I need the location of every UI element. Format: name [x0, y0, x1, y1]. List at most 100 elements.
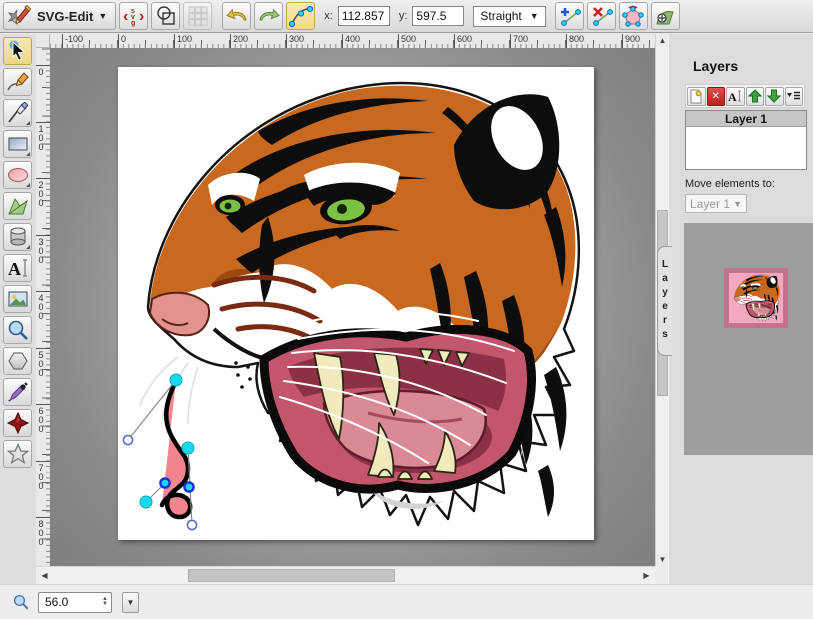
ruler-left-label: 200	[36, 178, 50, 207]
zoom-stepper-icon[interactable]: ▲▼	[102, 597, 108, 607]
line-tool-icon	[6, 101, 30, 125]
main-menu-button[interactable]: SVG-Edit ▼	[3, 2, 116, 30]
svg-canvas[interactable]	[118, 67, 594, 540]
wireframe-icon	[155, 5, 177, 27]
image-tool-icon	[6, 287, 30, 311]
tool-polygon[interactable]	[3, 347, 32, 375]
add-subpath-button[interactable]	[651, 2, 680, 30]
layer-menu-icon	[786, 90, 801, 102]
svg-text:›: ›	[139, 8, 144, 25]
svg-text:A: A	[8, 259, 21, 279]
path-edit-overlay	[123, 374, 196, 530]
move-elements-select[interactable]: Layer 1 ▼	[685, 194, 747, 213]
tiger-nose	[150, 293, 209, 336]
maltese-cross-icon	[6, 411, 30, 435]
delete-node-button[interactable]	[587, 2, 616, 30]
zoom-level-value: 56.0	[45, 595, 68, 609]
wireframe-button[interactable]	[151, 2, 180, 30]
source-code-button[interactable]: ‹ › s v g	[119, 2, 148, 30]
tool-rectangle[interactable]	[3, 130, 32, 158]
control-handle[interactable]	[123, 435, 132, 444]
move-layer-up-button[interactable]	[746, 87, 765, 106]
zoom-dropdown-caret-icon: ▼	[127, 598, 135, 607]
grid-button[interactable]	[183, 2, 212, 30]
link-control-points-icon	[289, 4, 313, 28]
new-layer-icon	[689, 89, 703, 104]
zoom-level-input[interactable]: 56.0 ▲▼	[38, 592, 112, 613]
ruler-top-label: 800	[566, 34, 584, 48]
text-tool-icon: A	[6, 256, 30, 280]
layer-menu-button[interactable]	[785, 87, 804, 106]
insert-node-icon	[557, 4, 581, 28]
layer-list: Layer 1	[685, 110, 807, 170]
redo-button[interactable]	[254, 2, 283, 30]
svg-edit-app: SVG-Edit ▼ ‹ › s v g	[0, 0, 813, 619]
zoom-preset-dropdown[interactable]: ▼	[122, 592, 139, 613]
thumbnail-workspace	[684, 223, 813, 455]
layers-panel-handle[interactable]: Layers	[657, 246, 672, 356]
layer-row[interactable]: Layer 1	[686, 111, 806, 127]
undo-button[interactable]	[222, 2, 251, 30]
canvas-artwork	[118, 67, 594, 540]
pencil-tool-icon	[6, 70, 30, 94]
ruler-left-label: 0	[36, 65, 50, 76]
svg-text:A: A	[728, 90, 737, 103]
ruler-left-label: 400	[36, 291, 50, 320]
redo-icon	[257, 4, 281, 28]
control-handle[interactable]	[187, 520, 196, 529]
link-control-points-button[interactable]	[286, 2, 315, 30]
tool-shape-library[interactable]	[3, 223, 32, 251]
move-elements-value: Layer 1	[690, 197, 730, 211]
canvas-thumbnail[interactable]	[724, 268, 788, 328]
segment-type-caret-icon: ▼	[530, 11, 539, 21]
svg-edit-logo-icon	[8, 4, 32, 28]
ruler-left-label: 800	[36, 517, 50, 546]
ruler-left-label: 100	[36, 122, 50, 151]
horizontal-scroll-thumb[interactable]	[188, 569, 395, 582]
status-bar: 56.0 ▲▼ ▼	[0, 584, 813, 619]
path-node[interactable]	[182, 442, 194, 454]
ruler-top-label: 700	[510, 34, 528, 48]
path-node[interactable]	[170, 374, 182, 386]
rename-layer-button[interactable]: A	[726, 87, 745, 106]
layers-handle-label: Layers	[660, 259, 671, 343]
scroll-left-icon[interactable]: ◀	[38, 569, 51, 583]
tool-eyedropper[interactable]	[3, 378, 32, 406]
tool-pencil[interactable]	[3, 68, 32, 96]
star-tool-icon	[6, 442, 30, 466]
horizontal-scrollbar[interactable]: ◀ ▶	[36, 566, 655, 584]
tool-line[interactable]	[3, 99, 32, 127]
zoom-status-icon	[12, 593, 30, 611]
path-node[interactable]	[184, 482, 193, 491]
tool-image[interactable]	[3, 285, 32, 313]
path-node[interactable]	[140, 496, 152, 508]
thumbnail-artwork	[729, 273, 783, 323]
x-coordinate-input[interactable]	[338, 6, 390, 26]
move-layer-down-button[interactable]	[765, 87, 784, 106]
y-coordinate-input[interactable]	[412, 6, 464, 26]
new-layer-button[interactable]	[687, 87, 706, 106]
scroll-right-icon[interactable]: ▶	[640, 569, 653, 583]
delete-node-icon	[589, 4, 613, 28]
select-tool-icon	[6, 39, 30, 63]
tool-select[interactable]	[3, 37, 32, 65]
ruler-left-label: 500	[36, 348, 50, 377]
segment-type-select[interactable]: Straight ▼	[473, 6, 545, 27]
insert-node-button[interactable]	[555, 2, 584, 30]
tool-zoom[interactable]	[3, 316, 32, 344]
layer-toolbar: ✕ A	[685, 84, 805, 108]
open-close-path-button[interactable]	[619, 2, 648, 30]
path-tool-icon	[6, 194, 30, 218]
delete-layer-button[interactable]: ✕	[707, 87, 726, 106]
grid-icon	[187, 5, 209, 27]
tool-maltese-cross[interactable]	[3, 409, 32, 437]
workarea[interactable]	[50, 48, 655, 566]
svg-text:‹: ‹	[123, 8, 128, 25]
tool-star[interactable]	[3, 440, 32, 468]
tool-text[interactable]: A	[3, 254, 32, 282]
x-coordinate-label: x:	[324, 10, 333, 22]
path-node[interactable]	[160, 478, 169, 487]
rename-layer-icon: A	[728, 89, 743, 103]
tool-ellipse[interactable]	[3, 161, 32, 189]
tool-path[interactable]	[3, 192, 32, 220]
